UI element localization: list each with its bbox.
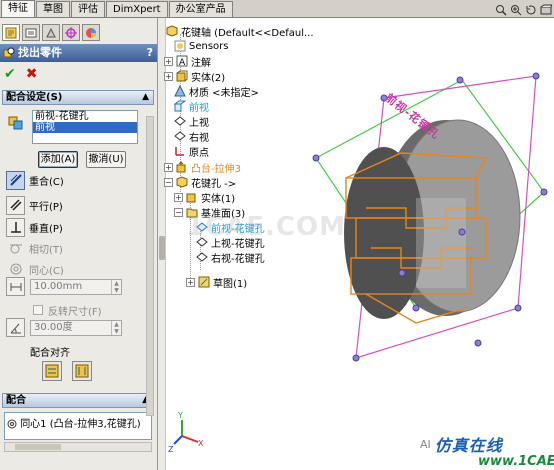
splitter-grip[interactable] [159, 236, 165, 260]
tangent-icon [6, 239, 25, 258]
coincident-icon [6, 170, 25, 190]
collapse-icon[interactable]: ▲ [142, 91, 149, 104]
inner-highlight [416, 198, 466, 288]
command-tab-bar: 特征 草图 评估 DimXpert 办公室产品 [0, 0, 554, 18]
manager-tabs [2, 24, 112, 42]
mate-settings-group-header[interactable]: 配合设定(S) ▲ [2, 90, 154, 105]
view-toolbar [495, 4, 552, 16]
mates-list[interactable]: 同心1 (凸台-拉伸3,花键孔) [4, 412, 152, 440]
cancel-button[interactable]: ✖ [26, 67, 38, 81]
mate-type-label: 垂直(P) [29, 223, 63, 235]
aligned-button[interactable] [42, 361, 62, 381]
concentric-icon [6, 260, 25, 279]
tab-features[interactable]: 特征 [1, 0, 35, 17]
watermark-url: www.1CAE.com [478, 454, 554, 469]
previous-view-icon[interactable] [525, 4, 537, 16]
property-icon [25, 28, 37, 37]
display-manager-tab[interactable] [82, 24, 100, 41]
distance-icon [6, 277, 25, 296]
perpendicular-icon [6, 217, 25, 237]
mate-type-label: 同心(C) [29, 265, 64, 277]
panel-vertical-scrollbar[interactable] [146, 116, 154, 416]
help-button[interactable]: ? [147, 44, 153, 62]
mate-settings-label: 配合设定(S) [6, 92, 63, 103]
mate-type-parallel[interactable]: 平行(P) [6, 195, 63, 215]
mate-item-label: 同心1 (凸台-拉伸3,花键孔) [20, 419, 141, 430]
section-view-icon[interactable] [540, 4, 552, 16]
aligned-icon [45, 364, 59, 378]
mate-selections-list[interactable]: 前视-花键孔 前视 [32, 110, 138, 144]
zoom-area-icon[interactable] [510, 4, 522, 16]
distance-field[interactable]: 10.00mm ▲ ▼ [30, 279, 122, 295]
angle-icon [6, 318, 25, 337]
mate-type-tangent[interactable]: 相切(T) [6, 238, 63, 258]
configuration-icon [46, 27, 56, 37]
parallel-icon [6, 195, 25, 215]
distance-spinner[interactable]: ▲ ▼ [111, 280, 121, 294]
mate-alignment-label: 配合对齐 [30, 348, 70, 359]
flip-dimension-checkbox[interactable] [33, 305, 43, 315]
selection-item[interactable]: 前视-花键孔 [33, 111, 137, 122]
crosshair-icon [65, 26, 77, 39]
property-manager-header: 找出零件 ? [0, 44, 157, 62]
zoom-to-fit-icon[interactable] [495, 4, 507, 16]
configuration-manager-tab[interactable] [42, 24, 60, 41]
find-part-icon [3, 47, 15, 58]
selection-item-selected[interactable]: 前视 [33, 122, 137, 133]
svg-text:Y: Y [177, 411, 183, 420]
mate-type-label: 相切(T) [29, 244, 63, 256]
anti-aligned-icon [75, 364, 89, 378]
panel-splitter[interactable] [158, 18, 166, 470]
feature-manager-tab[interactable] [2, 24, 20, 41]
ok-button[interactable]: ✔ [4, 67, 16, 81]
svg-text:Z: Z [168, 445, 174, 454]
graphics-area[interactable]: Y X Z [166, 18, 554, 470]
tab-office-products[interactable]: 办公室产品 [168, 1, 233, 17]
add-button[interactable]: 添加(A) [38, 151, 78, 168]
tab-dimxpert[interactable]: DimXpert [106, 1, 168, 17]
mate-type-label: 重合(C) [29, 176, 64, 188]
tab-evaluate[interactable]: 评估 [71, 1, 105, 17]
mate-type-label: 平行(P) [29, 201, 63, 213]
angle-value: 30.00度 [34, 322, 73, 333]
watermark-brand-row: AI 仿真在线 [420, 432, 503, 456]
axis-triad: Y X Z [168, 411, 204, 454]
ok-cancel-row: ✔ ✖ [4, 66, 37, 82]
dimxpert-manager-tab[interactable] [62, 24, 80, 41]
property-manager-title: 找出零件 [18, 46, 62, 59]
mate-selection-icon [8, 116, 23, 130]
watermark-brand: 仿真在线 [434, 436, 503, 455]
angle-spinner[interactable]: ▲ ▼ [111, 321, 121, 335]
flip-dimension-label: 反转尺寸(F) [48, 307, 102, 318]
feature-tree-icon [5, 27, 17, 38]
watermark-small: AI [420, 437, 431, 451]
tab-sketch[interactable]: 草图 [36, 1, 70, 17]
watermark-faint: 1CAE.COM [186, 212, 346, 242]
mate-type-perpendicular[interactable]: 垂直(P) [6, 217, 63, 237]
mate-type-coincident[interactable]: 重合(C) [6, 170, 64, 190]
angle-field[interactable]: 30.00度 ▲ ▼ [30, 320, 122, 336]
mates-group-label: 配合 [6, 395, 26, 406]
distance-value: 10.00mm [34, 281, 83, 292]
property-manager-panel: 找出零件 ? ✔ ✖ 配合设定(S) ▲ 前视-花键孔 前视 添加(A) 撤消(… [0, 18, 158, 470]
mates-horizontal-scrollbar[interactable] [4, 442, 152, 452]
mate-type-concentric[interactable]: 同心(C) [6, 259, 64, 279]
svg-text:X: X [198, 439, 204, 448]
undo-button[interactable]: 撤消(U) [86, 151, 126, 168]
concentric-mate-icon [7, 419, 17, 429]
mates-group-header[interactable]: 配合 ▲ [2, 393, 154, 408]
color-wheel-icon [86, 27, 96, 38]
app-window: 特征 草图 评估 DimXpert 办公室产品 找出零件 ? ✔ ✖ 配合设定(… [0, 0, 554, 470]
mate-list-item[interactable]: 同心1 (凸台-拉伸3,花键孔) [7, 415, 141, 430]
property-manager-tab[interactable] [22, 24, 40, 41]
anti-aligned-button[interactable] [72, 361, 92, 381]
